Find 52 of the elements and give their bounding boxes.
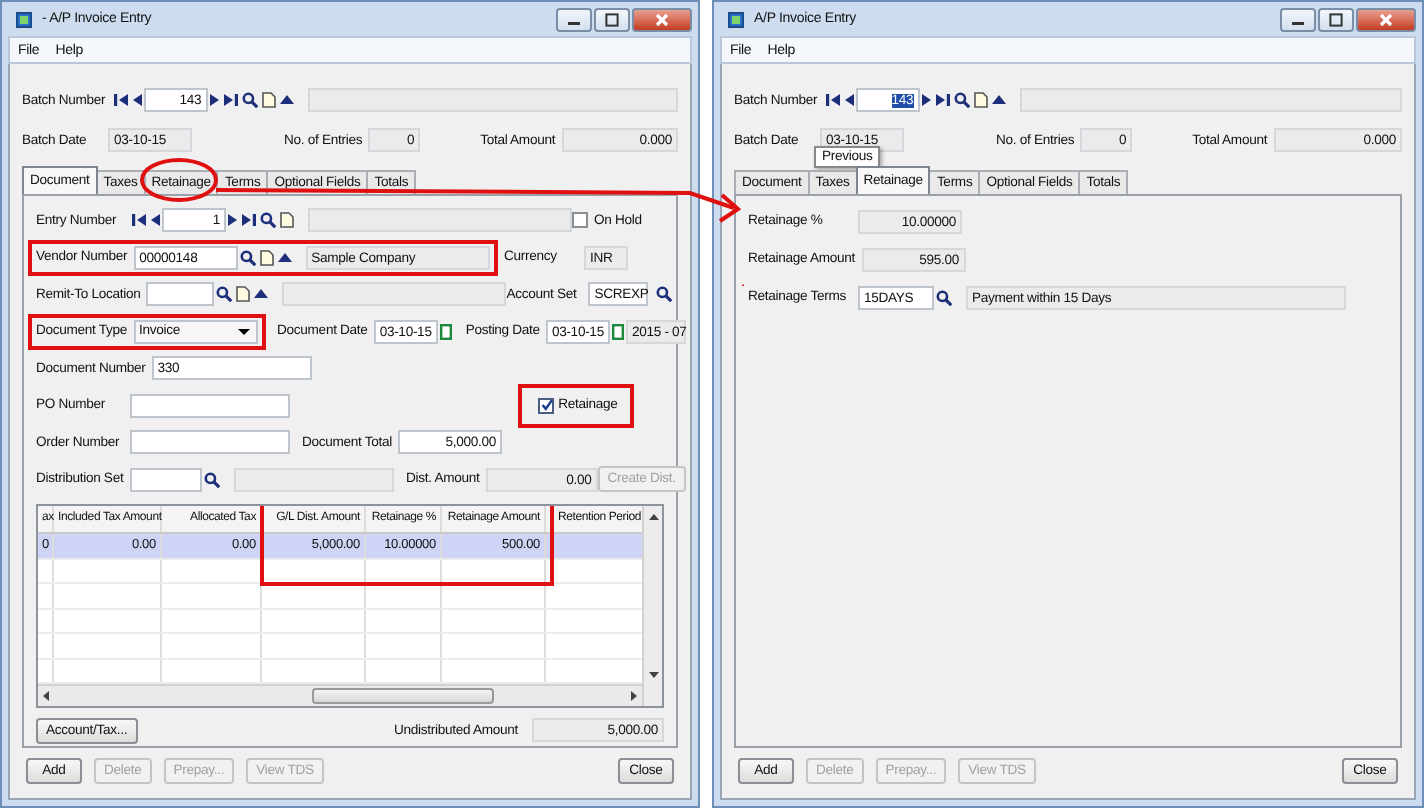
- up-arrow-icon[interactable]: [254, 286, 269, 303]
- close-window-button[interactable]: [632, 7, 692, 31]
- first-record-icon[interactable]: [113, 92, 128, 108]
- new-document-icon[interactable]: [261, 92, 276, 108]
- maximize-icon[interactable]: [1328, 11, 1344, 27]
- horizontal-scrollbar[interactable]: [38, 684, 642, 706]
- distribution-set-field[interactable]: [130, 467, 202, 492]
- search-icon[interactable]: [239, 249, 256, 266]
- scroll-down-icon[interactable]: [647, 666, 659, 682]
- new-document-icon[interactable]: [236, 286, 251, 303]
- close-icon[interactable]: [1378, 11, 1394, 27]
- last-record-icon[interactable]: [935, 92, 950, 108]
- scroll-up-icon[interactable]: [647, 510, 659, 526]
- po-number-field[interactable]: [130, 393, 290, 418]
- search-icon[interactable]: [241, 92, 258, 108]
- new-document-icon[interactable]: [259, 249, 274, 266]
- up-arrow-icon[interactable]: [279, 92, 294, 108]
- maximize-button[interactable]: [1318, 7, 1354, 31]
- search-icon[interactable]: [216, 286, 233, 303]
- search-icon[interactable]: [936, 289, 952, 305]
- first-record-icon[interactable]: [825, 92, 840, 108]
- up-arrow-icon[interactable]: [277, 249, 292, 266]
- order-number-field[interactable]: [130, 430, 290, 455]
- checkmark-icon: [539, 398, 554, 413]
- minimize-button[interactable]: [556, 7, 592, 31]
- app-icon: [16, 11, 32, 27]
- remit-to-field[interactable]: [146, 282, 215, 307]
- app-icon: [728, 11, 744, 27]
- scroll-thumb[interactable]: [311, 688, 495, 705]
- vertical-scrollbar[interactable]: [642, 506, 662, 706]
- scroll-left-icon[interactable]: [40, 688, 52, 705]
- search-icon[interactable]: [204, 471, 220, 488]
- up-arrow-icon[interactable]: [991, 92, 1006, 108]
- last-record-icon[interactable]: [223, 92, 238, 108]
- dropdown-caret-icon[interactable]: [237, 323, 250, 340]
- search-icon[interactable]: [260, 212, 276, 229]
- calendar-icon[interactable]: [439, 323, 452, 340]
- first-record-icon[interactable]: [132, 212, 146, 229]
- close-icon[interactable]: [654, 11, 670, 27]
- last-record-icon[interactable]: [242, 212, 256, 229]
- checkbox[interactable]: [572, 212, 588, 229]
- checkbox[interactable]: [538, 397, 555, 414]
- new-document-icon[interactable]: [973, 92, 988, 108]
- new-document-icon[interactable]: [280, 212, 294, 229]
- maximize-button[interactable]: [594, 7, 630, 31]
- minimize-button[interactable]: [1280, 7, 1316, 31]
- search-icon[interactable]: [953, 92, 970, 108]
- calendar-icon[interactable]: [611, 323, 624, 340]
- highlight-box: [518, 383, 634, 428]
- maximize-icon[interactable]: [604, 11, 620, 27]
- close-window-button[interactable]: [1356, 7, 1416, 31]
- search-icon[interactable]: [656, 286, 673, 303]
